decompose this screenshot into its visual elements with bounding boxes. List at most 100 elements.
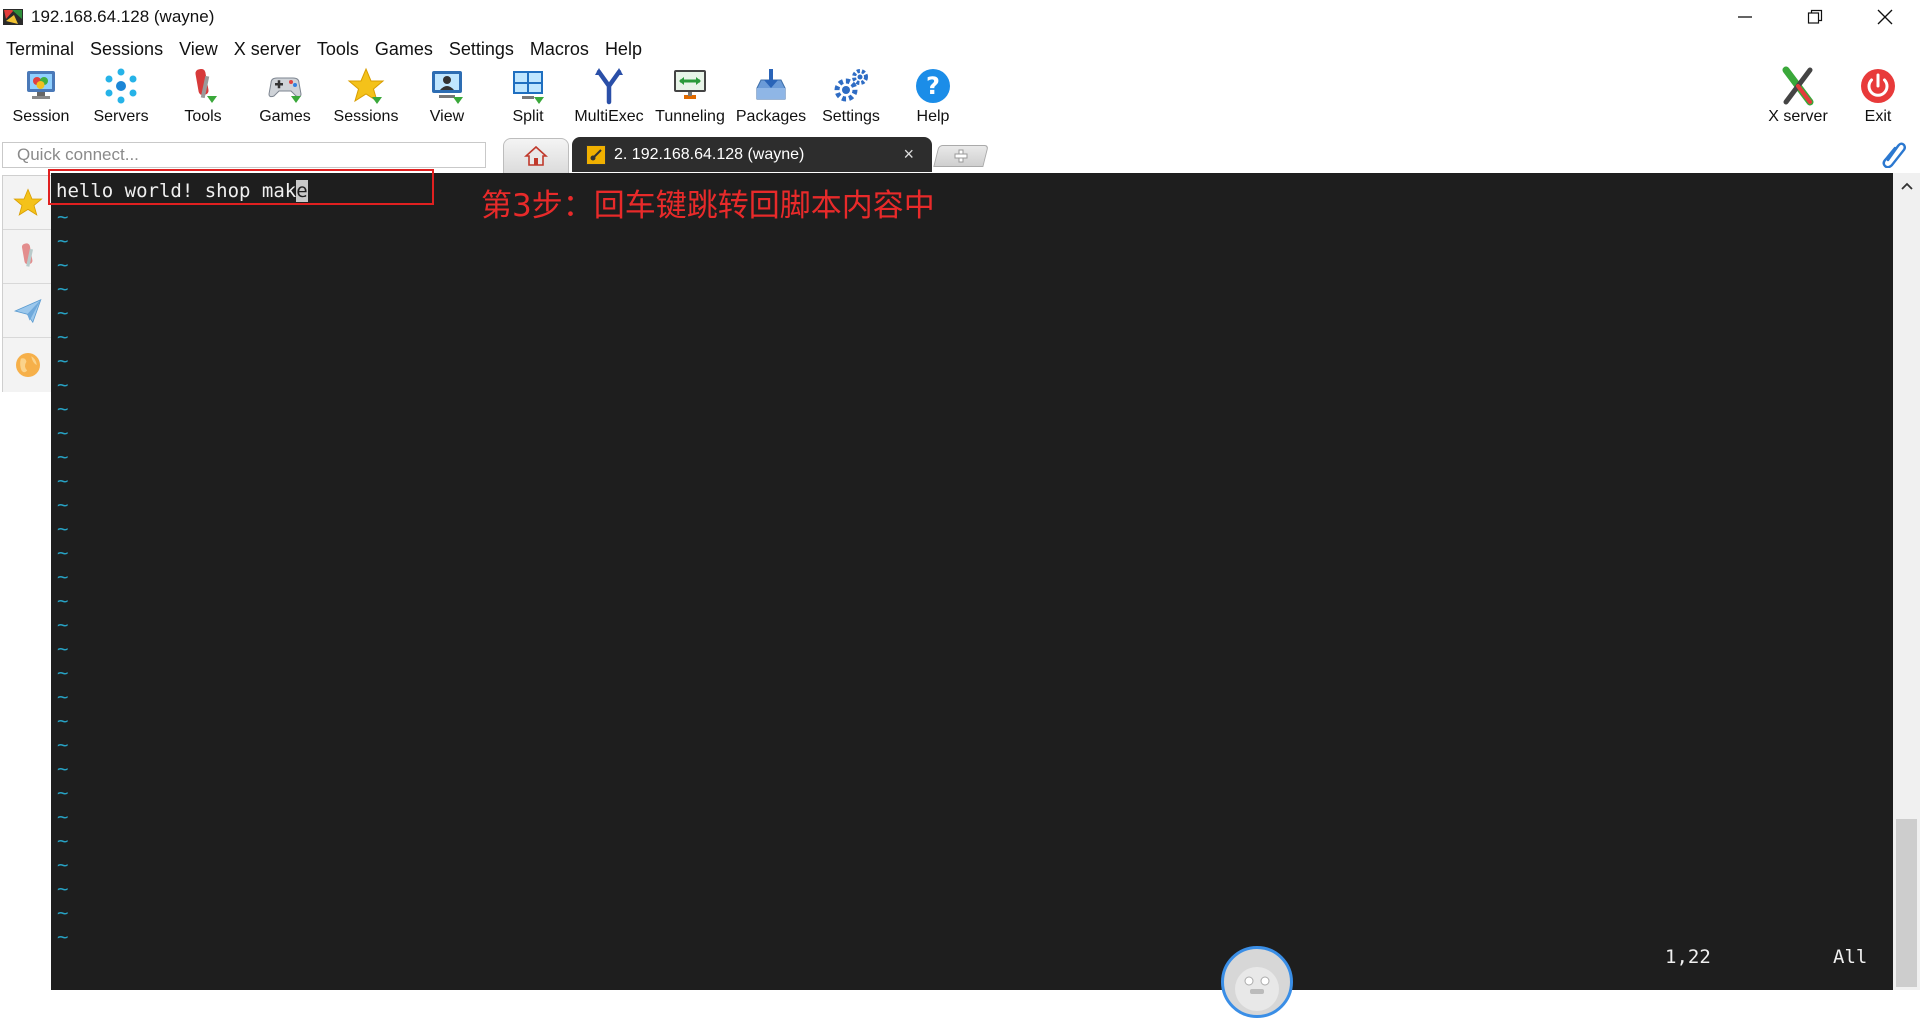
- star-icon: [12, 187, 43, 216]
- plus-icon: [954, 149, 968, 163]
- menu-help[interactable]: Help: [599, 39, 652, 60]
- vim-tilde-line: ~: [57, 374, 69, 396]
- menu-view[interactable]: View: [173, 39, 228, 60]
- servers-label: Servers: [93, 108, 149, 125]
- vim-tilde-line: ~: [57, 254, 69, 276]
- split-button[interactable]: Split: [497, 64, 559, 130]
- vim-tilde-line: ~: [57, 326, 69, 348]
- paperclip-icon[interactable]: [1880, 140, 1906, 168]
- exit-button[interactable]: Exit: [1847, 64, 1909, 130]
- multiexec-label: MultiExec: [574, 108, 644, 125]
- sidebar-empty-area: [0, 392, 52, 994]
- vim-tilde-line: ~: [57, 614, 69, 636]
- vim-tilde-line: ~: [57, 710, 69, 732]
- servers-button[interactable]: Servers: [90, 64, 152, 130]
- session-icon: [27, 71, 55, 99]
- games-label: Games: [259, 108, 311, 125]
- vim-tilde-line: ~: [57, 782, 69, 804]
- vim-tilde-line: ~: [57, 302, 69, 324]
- vim-tilde-line: ~: [57, 806, 69, 828]
- minimize-icon: [1738, 16, 1752, 18]
- x-server-icon: [1782, 66, 1814, 106]
- tab-label: 2. 192.168.64.128 (wayne): [614, 145, 805, 163]
- left-sidebar: [2, 175, 53, 394]
- tunneling-label: Tunneling: [655, 108, 725, 125]
- mobaxterm-logo-icon: [3, 9, 23, 25]
- close-icon: [1877, 9, 1893, 25]
- sessions-label: Sessions: [333, 108, 399, 125]
- vertical-scrollbar[interactable]: [1893, 173, 1920, 990]
- sidebar-globe-button[interactable]: [3, 338, 52, 391]
- step-annotation: 第3步：回车键跳转回脚本内容中: [481, 188, 935, 224]
- packages-button[interactable]: Packages: [736, 64, 806, 130]
- tunneling-icon: [674, 70, 706, 99]
- vim-tilde-line: ~: [57, 878, 69, 900]
- paper-plane-icon: [13, 298, 41, 323]
- face-icon: [1235, 967, 1279, 1011]
- floating-assistant-avatar[interactable]: [1221, 946, 1293, 1018]
- sidebar-sessions-button[interactable]: [3, 176, 52, 230]
- highlight-box: [48, 169, 434, 205]
- multiexec-button[interactable]: MultiExec: [574, 64, 644, 130]
- svg-text:?: ?: [926, 72, 940, 100]
- vim-tilde-line: ~: [57, 590, 69, 612]
- globe-icon: [15, 352, 40, 377]
- sidebar-sftp-button[interactable]: [3, 284, 52, 338]
- title-bar: 192.168.64.128 (wayne): [0, 0, 1920, 34]
- chevron-up-icon: [1900, 182, 1913, 190]
- minimize-button[interactable]: [1710, 0, 1780, 34]
- help-label: Help: [916, 108, 950, 125]
- tunneling-button[interactable]: Tunneling: [652, 64, 728, 130]
- menu-macros[interactable]: Macros: [524, 39, 599, 60]
- menu-settings[interactable]: Settings: [443, 39, 524, 60]
- menu-terminal[interactable]: Terminal: [0, 39, 84, 60]
- restore-icon: [1807, 9, 1823, 24]
- tools-label: Tools: [184, 108, 222, 125]
- menu-x-server[interactable]: X server: [228, 39, 311, 60]
- vim-tilde-line: ~: [57, 686, 69, 708]
- games-button[interactable]: Games: [254, 64, 316, 130]
- vim-tilde-line: ~: [57, 422, 69, 444]
- tab-session-192-168-64-128[interactable]: 2. 192.168.64.128 (wayne) ×: [572, 137, 932, 172]
- vim-tilde-line: ~: [57, 926, 69, 948]
- cursor-position-status: 1,22: [1665, 946, 1711, 968]
- sessions-star-icon: [347, 67, 385, 104]
- packages-label: Packages: [735, 108, 807, 125]
- tab-close-icon[interactable]: ×: [903, 144, 914, 165]
- split-icon: [513, 71, 544, 104]
- toolbar: Session Servers Tools Games Sessions Vie…: [0, 64, 1920, 134]
- menu-games[interactable]: Games: [369, 39, 443, 60]
- menu-sessions[interactable]: Sessions: [84, 39, 173, 60]
- settings-label: Settings: [822, 108, 880, 125]
- quick-connect-input[interactable]: [2, 142, 486, 168]
- settings-button[interactable]: Settings: [818, 64, 884, 130]
- vim-empty-lines: ~ ~ ~ ~ ~ ~ ~ ~ ~ ~ ~ ~ ~ ~ ~ ~ ~ ~ ~ ~ ~ ~ ~ ~ ~ ~ ~ ~ ~ ~ ~: [57, 205, 68, 949]
- sidebar-tools-button[interactable]: [3, 230, 52, 284]
- vim-tilde-line: ~: [57, 662, 69, 684]
- help-button[interactable]: ? Help: [902, 64, 964, 130]
- scroll-status: All: [1833, 946, 1868, 968]
- scroll-up-button[interactable]: [1893, 173, 1920, 199]
- close-window-button[interactable]: [1850, 0, 1920, 34]
- x-server-button[interactable]: X server: [1761, 64, 1835, 130]
- vim-tilde-line: ~: [57, 350, 69, 372]
- sessions-button[interactable]: Sessions: [331, 64, 401, 130]
- vim-tilde-line: ~: [57, 518, 69, 540]
- vim-tilde-line: ~: [57, 542, 69, 564]
- power-icon: [1861, 69, 1895, 103]
- restore-button[interactable]: [1780, 0, 1850, 34]
- vim-tilde-line: ~: [57, 830, 69, 852]
- vim-tilde-line: ~: [57, 470, 69, 492]
- scrollbar-thumb[interactable]: [1896, 819, 1917, 987]
- help-icon: ?: [916, 69, 950, 103]
- view-button[interactable]: View: [416, 64, 478, 130]
- new-tab-button[interactable]: [933, 145, 989, 167]
- menu-tools[interactable]: Tools: [311, 39, 369, 60]
- games-icon: [268, 77, 302, 103]
- tools-button[interactable]: Tools: [172, 64, 234, 130]
- home-tab[interactable]: [503, 138, 569, 173]
- terminal-pane[interactable]: hello world! shop make 第3步：回车键跳转回脚本内容中 ~…: [48, 169, 1893, 1018]
- session-button[interactable]: Session: [10, 64, 72, 130]
- split-label: Split: [512, 108, 544, 125]
- window-title: 192.168.64.128 (wayne): [31, 7, 215, 26]
